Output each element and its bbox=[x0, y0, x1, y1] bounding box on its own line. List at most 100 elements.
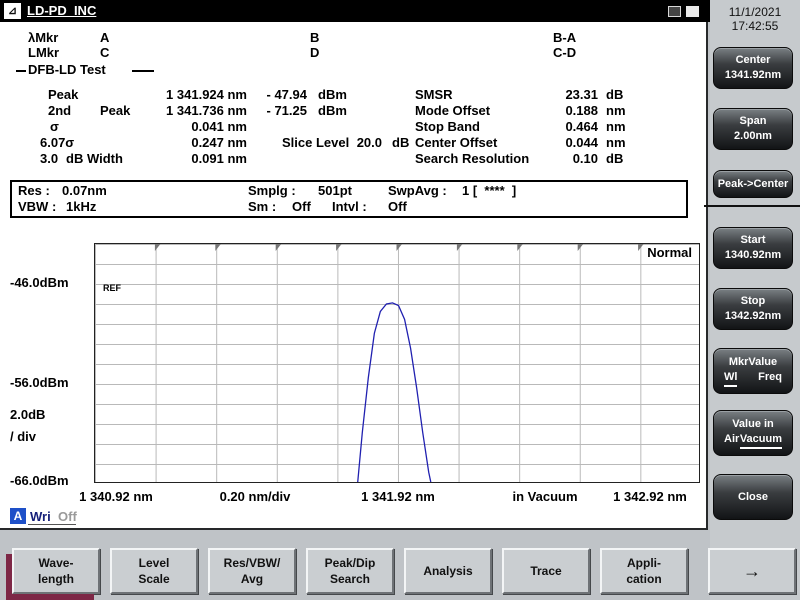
softkey-close-label: Close bbox=[738, 490, 768, 503]
stop-band-label: Stop Band bbox=[415, 119, 480, 134]
maximize-icon[interactable] bbox=[686, 6, 699, 17]
softkey-stop[interactable]: Stop 1342.92nm bbox=[713, 288, 793, 330]
trace-a-curve bbox=[154, 244, 644, 482]
menu-analysis-button[interactable]: Analysis bbox=[404, 548, 492, 594]
x-axis-center-label: 1 341.92 nm bbox=[361, 489, 435, 504]
menu-peak-dip-search-line2: Search bbox=[329, 572, 371, 586]
menu-peak-dip-search-line1: Peak/Dip bbox=[324, 556, 376, 570]
vbw-label: VBW : bbox=[18, 199, 57, 214]
softkey-peak-to-center-label: Peak->Center bbox=[717, 177, 789, 190]
menu-trace-button[interactable]: Trace bbox=[502, 548, 590, 594]
softkey-separator bbox=[704, 205, 800, 207]
marker-b-label: B bbox=[310, 30, 320, 45]
menu-wavelength-line1: Wave- bbox=[38, 556, 74, 570]
y-axis-label-bottom: -66.0dBm bbox=[10, 473, 69, 488]
menu-res-vbw-avg-button[interactable]: Res/VBW/ Avg bbox=[208, 548, 296, 594]
interval-label: Intvl : bbox=[332, 199, 367, 214]
sweep-avg-value: 1 [ **** ] bbox=[462, 183, 517, 198]
softkey-start[interactable]: Start 1340.92nm bbox=[713, 227, 793, 269]
menu-application-line1: Appli- bbox=[627, 556, 661, 570]
sweep-mode-label: Normal bbox=[647, 245, 692, 260]
analysis-section-title: DFB-LD Test bbox=[28, 62, 106, 77]
softkey-span[interactable]: Span 2.00nm bbox=[713, 108, 793, 150]
search-resolution-value: 0.10 bbox=[572, 151, 598, 166]
menu-level-scale-button[interactable]: Level Scale bbox=[110, 548, 198, 594]
smsr-label: SMSR bbox=[415, 87, 453, 102]
search-resolution-label: Search Resolution bbox=[415, 151, 530, 166]
softkey-start-label: Start bbox=[740, 234, 766, 246]
y-axis-label-top: -46.0dBm bbox=[10, 275, 69, 290]
minimize-icon[interactable] bbox=[668, 6, 681, 17]
ref-level-label: REF bbox=[103, 283, 121, 293]
menu-application-button[interactable]: Appli- cation bbox=[600, 548, 688, 594]
menu-more-arrow-icon: → bbox=[743, 561, 761, 581]
marker-ba-label: B-A bbox=[553, 30, 577, 45]
peak-label: Peak bbox=[48, 87, 79, 102]
softkey-stop-value: 1342.92nm bbox=[724, 310, 782, 322]
marker-cd-label: C-D bbox=[553, 45, 577, 60]
option-wavelength[interactable]: Wl bbox=[724, 370, 738, 387]
center-offset-unit: nm bbox=[606, 135, 626, 150]
trace-a-badge[interactable]: A bbox=[10, 508, 26, 524]
sweep-avg-label: SwpAvg : bbox=[388, 183, 447, 198]
menu-level-scale-line2: Scale bbox=[138, 572, 170, 586]
wavelength-marker-label: λMkr bbox=[28, 30, 59, 45]
second-peak-wavelength-value: 1 341.736 nm bbox=[166, 103, 247, 118]
softkey-span-label: Span bbox=[739, 115, 767, 127]
mode-offset-label: Mode Offset bbox=[415, 103, 491, 118]
slice-level-value: 20.0 bbox=[356, 135, 382, 150]
softkey-mkr-value-label: MkrValue bbox=[728, 356, 778, 368]
peak-level-value: - 47.94 bbox=[266, 87, 307, 102]
option-vacuum[interactable]: Vacuum bbox=[739, 432, 782, 449]
peak-level-unit: dBm bbox=[318, 87, 347, 102]
menu-res-vbw-avg-line2: Avg bbox=[240, 572, 264, 586]
window-title: LD-PD_INC bbox=[27, 3, 97, 18]
smoothing-label: Sm : bbox=[248, 199, 277, 214]
level-marker-label: LMkr bbox=[28, 45, 60, 60]
mode-offset-value: 0.188 bbox=[565, 103, 598, 118]
softkey-peak-to-center[interactable]: Peak->Center bbox=[713, 170, 793, 198]
width-label-2: dB Width bbox=[66, 151, 123, 166]
x-axis-start-label: 1 340.92 nm bbox=[79, 489, 153, 504]
mode-offset-unit: nm bbox=[606, 103, 626, 118]
x-axis-div-label: 0.20 nm/div bbox=[219, 489, 291, 504]
menu-wavelength-button[interactable]: Wave- length bbox=[12, 548, 100, 594]
width-value: 0.091 nm bbox=[191, 151, 247, 166]
softkey-start-value: 1340.92nm bbox=[724, 249, 782, 261]
menu-res-vbw-avg-line1: Res/VBW/ bbox=[223, 556, 281, 570]
x-axis-medium-label: in Vacuum bbox=[512, 489, 578, 504]
smsr-unit: dB bbox=[606, 87, 624, 102]
second-peak-level-unit: dBm bbox=[318, 103, 347, 118]
second-peak-level-value: - 71.25 bbox=[266, 103, 307, 118]
menu-more-arrow-button[interactable]: → bbox=[708, 548, 796, 594]
search-resolution-unit: dB bbox=[606, 151, 624, 166]
slice-level-unit: dB bbox=[392, 135, 410, 150]
sigma6-label: 6.07σ bbox=[40, 135, 75, 150]
stop-band-value: 0.464 bbox=[565, 119, 598, 134]
menu-wavelength-line2: length bbox=[38, 572, 74, 586]
softkey-value-in[interactable]: Value in Air Vacuum bbox=[713, 410, 793, 456]
softkey-center-value: 1341.92nm bbox=[724, 69, 782, 81]
x-axis-stop-label: 1 342.92 nm bbox=[613, 489, 687, 504]
sigma-value: 0.041 nm bbox=[191, 119, 247, 134]
y-scale-value: 2.0dB bbox=[10, 407, 46, 422]
option-air[interactable]: Air bbox=[724, 432, 739, 449]
softkey-mkr-value[interactable]: MkrValue Wl Freq bbox=[713, 348, 793, 394]
date-display: 11/1/2021 bbox=[728, 5, 782, 19]
trace-status-underline bbox=[28, 524, 76, 525]
trace-off-label: Off bbox=[58, 509, 77, 524]
softkey-close[interactable]: Close bbox=[713, 474, 793, 520]
peak-wavelength-value: 1 341.924 nm bbox=[166, 87, 247, 102]
spectrum-plot[interactable] bbox=[94, 243, 700, 483]
section-rule-left bbox=[16, 70, 26, 72]
menu-analysis-line1: Analysis bbox=[423, 564, 473, 578]
menu-trace-line1: Trace bbox=[530, 564, 562, 578]
smsr-value: 23.31 bbox=[565, 87, 598, 102]
menu-peak-dip-search-button[interactable]: Peak/Dip Search bbox=[306, 548, 394, 594]
sampling-label: Smplg : bbox=[248, 183, 296, 198]
trace-write-mode-label: Wri bbox=[30, 509, 51, 524]
stop-band-unit: nm bbox=[606, 119, 626, 134]
option-frequency[interactable]: Freq bbox=[758, 370, 782, 387]
smoothing-value: Off bbox=[292, 199, 311, 214]
softkey-center[interactable]: Center 1341.92nm bbox=[713, 47, 793, 89]
